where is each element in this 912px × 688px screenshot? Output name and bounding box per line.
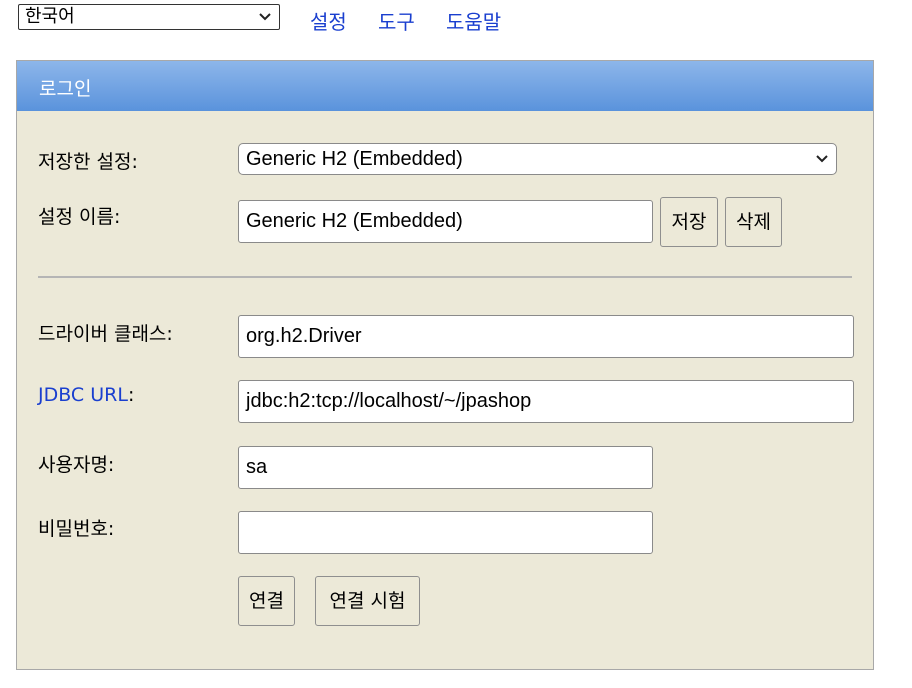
language-select-value: 한국어: [25, 6, 75, 27]
username-input[interactable]: sa: [238, 446, 653, 489]
password-label: 비밀번호:: [38, 518, 115, 540]
help-link[interactable]: 도움말: [446, 6, 501, 35]
tools-link[interactable]: 도구: [378, 6, 415, 35]
chevron-down-icon: [259, 13, 271, 21]
connect-button[interactable]: 연결: [238, 576, 295, 626]
driver-class-label: 드라이버 클래스:: [38, 323, 173, 345]
password-input[interactable]: [238, 511, 653, 554]
language-select[interactable]: 한국어: [18, 4, 280, 30]
saved-settings-label: 저장한 설정:: [38, 151, 138, 173]
setting-name-label: 설정 이름:: [38, 206, 121, 228]
panel-title: 로그인: [39, 78, 92, 100]
delete-button[interactable]: 삭제: [725, 197, 782, 247]
test-connection-button[interactable]: 연결 시험: [315, 576, 420, 626]
settings-link[interactable]: 설정: [310, 6, 347, 35]
jdbc-url-colon: :: [127, 384, 135, 406]
saved-settings-value: Generic H2 (Embedded): [246, 148, 463, 170]
username-label: 사용자명:: [38, 454, 115, 476]
driver-class-input[interactable]: org.h2.Driver: [238, 315, 854, 358]
login-panel: 로그인 저장한 설정: Generic H2 (Embedded) 설정 이름:…: [16, 60, 874, 670]
panel-header: 로그인: [17, 61, 873, 111]
top-bar: 한국어 설정 도구 도움말: [18, 4, 898, 35]
chevron-down-icon: [816, 155, 828, 163]
save-button[interactable]: 저장: [660, 197, 718, 247]
saved-settings-select[interactable]: Generic H2 (Embedded): [238, 143, 837, 175]
divider: [38, 276, 852, 278]
jdbc-url-input[interactable]: jdbc:h2:tcp://localhost/~/jpashop: [238, 380, 854, 423]
setting-name-input[interactable]: Generic H2 (Embedded): [238, 200, 653, 243]
jdbc-url-link[interactable]: JDBC URL: [38, 384, 128, 406]
jdbc-url-label-wrap: JDBC URL:: [38, 384, 134, 406]
